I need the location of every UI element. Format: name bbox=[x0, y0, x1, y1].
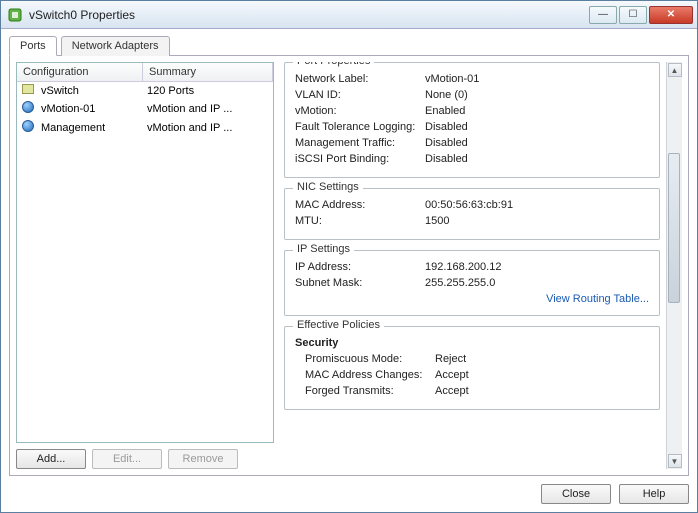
label-promiscuous-mode: Promiscuous Mode: bbox=[305, 353, 435, 365]
minimize-button[interactable]: — bbox=[589, 6, 617, 24]
switch-icon bbox=[17, 84, 39, 97]
close-button[interactable]: Close bbox=[541, 484, 611, 504]
scroll-down-icon[interactable]: ▼ bbox=[668, 454, 682, 468]
config-listview[interactable]: Configuration Summary vSwitch 120 Ports … bbox=[16, 62, 274, 443]
remove-button[interactable]: Remove bbox=[168, 449, 238, 469]
list-item-summary: vMotion and IP ... bbox=[143, 103, 273, 115]
value-fault-tolerance: Disabled bbox=[425, 121, 649, 133]
column-configuration[interactable]: Configuration bbox=[17, 63, 143, 81]
content-area: Ports Network Adapters Configuration Sum… bbox=[1, 29, 697, 512]
effective-policies-group: Effective Policies Security Promiscuous … bbox=[284, 326, 660, 410]
value-network-label: vMotion-01 bbox=[425, 73, 649, 85]
list-item[interactable]: vSwitch 120 Ports bbox=[17, 82, 273, 99]
label-network-label: Network Label: bbox=[295, 73, 425, 85]
value-promiscuous-mode: Reject bbox=[435, 353, 649, 365]
label-ip-address: IP Address: bbox=[295, 261, 425, 273]
nic-settings-group: NIC Settings MAC Address:00:50:56:63:cb:… bbox=[284, 188, 660, 240]
properties-scroll-area: Port Properties Network Label:vMotion-01… bbox=[284, 62, 666, 469]
scroll-track[interactable] bbox=[668, 78, 682, 453]
list-item-name: Management bbox=[39, 122, 143, 134]
list-item-summary: vMotion and IP ... bbox=[143, 122, 273, 134]
column-summary[interactable]: Summary bbox=[143, 63, 273, 81]
scroll-up-icon[interactable]: ▲ bbox=[668, 63, 682, 77]
split-pane: Configuration Summary vSwitch 120 Ports … bbox=[16, 62, 682, 469]
group-title: Effective Policies bbox=[293, 319, 384, 331]
scroll-thumb[interactable] bbox=[668, 153, 680, 303]
value-ip-address: 192.168.200.12 bbox=[425, 261, 649, 273]
list-item-name: vMotion-01 bbox=[39, 103, 143, 115]
value-mtu: 1500 bbox=[425, 215, 649, 227]
close-window-button[interactable]: ✕ bbox=[649, 6, 693, 24]
titlebar: vSwitch0 Properties — ☐ ✕ bbox=[1, 1, 697, 29]
security-heading: Security bbox=[295, 337, 425, 349]
value-management-traffic: Disabled bbox=[425, 137, 649, 149]
window-title: vSwitch0 Properties bbox=[29, 8, 587, 22]
port-properties-group: Port Properties Network Label:vMotion-01… bbox=[284, 62, 660, 178]
tab-network-adapters[interactable]: Network Adapters bbox=[61, 36, 170, 56]
label-vlan-id: VLAN ID: bbox=[295, 89, 425, 101]
network-icon bbox=[17, 101, 39, 116]
label-mac-address-changes: MAC Address Changes: bbox=[305, 369, 435, 381]
tab-ports[interactable]: Ports bbox=[9, 36, 57, 56]
list-item[interactable]: vMotion-01 vMotion and IP ... bbox=[17, 99, 273, 118]
ip-settings-group: IP Settings IP Address:192.168.200.12 Su… bbox=[284, 250, 660, 316]
label-subnet-mask: Subnet Mask: bbox=[295, 277, 425, 289]
value-vlan-id: None (0) bbox=[425, 89, 649, 101]
tab-panel-ports: Configuration Summary vSwitch 120 Ports … bbox=[9, 55, 689, 476]
help-button[interactable]: Help bbox=[619, 484, 689, 504]
add-button[interactable]: Add... bbox=[16, 449, 86, 469]
list-item[interactable]: Management vMotion and IP ... bbox=[17, 118, 273, 137]
listview-header: Configuration Summary bbox=[17, 63, 273, 82]
value-iscsi-binding: Disabled bbox=[425, 153, 649, 165]
value-mac-address: 00:50:56:63:cb:91 bbox=[425, 199, 649, 211]
list-item-name: vSwitch bbox=[39, 85, 143, 97]
label-iscsi-binding: iSCSI Port Binding: bbox=[295, 153, 425, 165]
list-item-summary: 120 Ports bbox=[143, 85, 273, 97]
app-icon bbox=[7, 7, 23, 23]
window-controls: — ☐ ✕ bbox=[587, 6, 693, 24]
left-toolbar: Add... Edit... Remove bbox=[16, 449, 274, 469]
value-mac-address-changes: Accept bbox=[435, 369, 649, 381]
vertical-scrollbar[interactable]: ▲ ▼ bbox=[666, 62, 682, 469]
group-title: Port Properties bbox=[293, 62, 374, 67]
label-mac-address: MAC Address: bbox=[295, 199, 425, 211]
dialog-footer: Close Help bbox=[9, 476, 689, 504]
maximize-button[interactable]: ☐ bbox=[619, 6, 647, 24]
value-vmotion: Enabled bbox=[425, 105, 649, 117]
group-title: IP Settings bbox=[293, 243, 354, 255]
label-forged-transmits: Forged Transmits: bbox=[305, 385, 435, 397]
group-title: NIC Settings bbox=[293, 181, 363, 193]
left-pane: Configuration Summary vSwitch 120 Ports … bbox=[16, 62, 274, 469]
label-mtu: MTU: bbox=[295, 215, 425, 227]
edit-button[interactable]: Edit... bbox=[92, 449, 162, 469]
value-subnet-mask: 255.255.255.0 bbox=[425, 277, 649, 289]
network-icon bbox=[17, 120, 39, 135]
right-pane: Port Properties Network Label:vMotion-01… bbox=[284, 62, 682, 469]
label-management-traffic: Management Traffic: bbox=[295, 137, 425, 149]
tabstrip: Ports Network Adapters bbox=[9, 36, 689, 56]
label-vmotion: vMotion: bbox=[295, 105, 425, 117]
label-fault-tolerance: Fault Tolerance Logging: bbox=[295, 121, 425, 133]
listview-body: vSwitch 120 Ports vMotion-01 vMotion and… bbox=[17, 82, 273, 137]
value-forged-transmits: Accept bbox=[435, 385, 649, 397]
view-routing-table-link[interactable]: View Routing Table... bbox=[295, 293, 649, 305]
